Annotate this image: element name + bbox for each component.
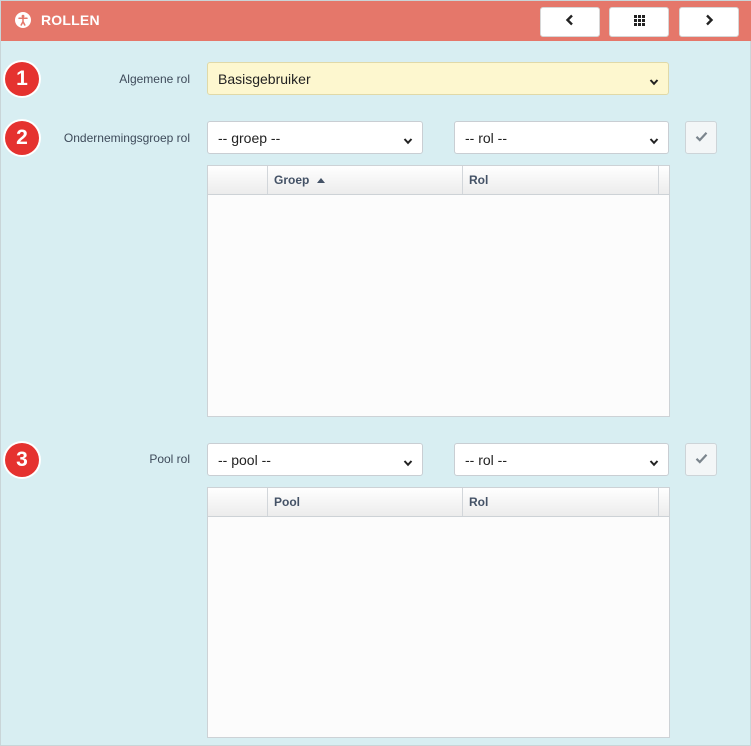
column-header-groep[interactable]: Groep <box>268 166 463 194</box>
group-select-value: -- groep -- <box>218 129 281 146</box>
group-role-select-value: -- rol -- <box>465 129 507 146</box>
chevron-down-icon <box>403 455 413 467</box>
chevron-down-icon <box>649 133 659 145</box>
group-role-confirm-button[interactable] <box>685 121 717 154</box>
chevron-down-icon <box>649 74 659 86</box>
roles-panel: ROLLEN 1 2 3 Algemene rol Basisgebruiker… <box>0 0 751 746</box>
general-role-value: Basisgebruiker <box>218 70 311 87</box>
step-badge-1: 1 <box>5 62 39 96</box>
step-badge-3: 3 <box>5 443 39 477</box>
general-role-select[interactable]: Basisgebruiker <box>207 62 669 95</box>
chevron-right-icon <box>704 13 714 31</box>
group-role-table-header: Groep Rol <box>208 166 669 195</box>
grid-icon <box>633 13 645 31</box>
pool-select-value: -- pool -- <box>218 451 271 468</box>
sort-ascending-icon <box>317 177 326 183</box>
next-button[interactable] <box>679 7 739 37</box>
pool-select[interactable]: -- pool -- <box>207 443 423 476</box>
group-select[interactable]: -- groep -- <box>207 121 423 154</box>
column-header-groep-label: Groep <box>274 173 310 187</box>
pool-role-select[interactable]: -- rol -- <box>454 443 669 476</box>
check-icon <box>695 451 708 469</box>
pool-role-select-value: -- rol -- <box>465 451 507 468</box>
pool-role-label: Pool rol <box>149 452 190 466</box>
panel-title: ROLLEN <box>41 12 100 28</box>
pool-role-table-header: Pool Rol <box>208 488 669 517</box>
check-icon <box>695 129 708 147</box>
step-badge-2: 2 <box>5 121 39 155</box>
pool-role-table: Pool Rol <box>207 487 670 738</box>
group-role-label: Ondernemingsgroep rol <box>63 131 190 145</box>
column-header-pool[interactable]: Pool <box>268 488 463 516</box>
group-role-table: Groep Rol <box>207 165 670 417</box>
chevron-left-icon <box>565 13 575 31</box>
panel-header: ROLLEN <box>1 1 751 41</box>
chevron-down-icon <box>403 133 413 145</box>
column-header-select[interactable] <box>208 166 268 194</box>
column-header-rol[interactable]: Rol <box>463 488 659 516</box>
general-role-label: Algemene rol <box>119 72 190 86</box>
previous-button[interactable] <box>540 7 600 37</box>
group-role-select[interactable]: -- rol -- <box>454 121 669 154</box>
column-header-select[interactable] <box>208 488 268 516</box>
column-header-rol[interactable]: Rol <box>463 166 659 194</box>
grid-view-button[interactable] <box>609 7 669 37</box>
person-circle-icon <box>15 12 31 28</box>
pool-role-confirm-button[interactable] <box>685 443 717 476</box>
chevron-down-icon <box>649 455 659 467</box>
